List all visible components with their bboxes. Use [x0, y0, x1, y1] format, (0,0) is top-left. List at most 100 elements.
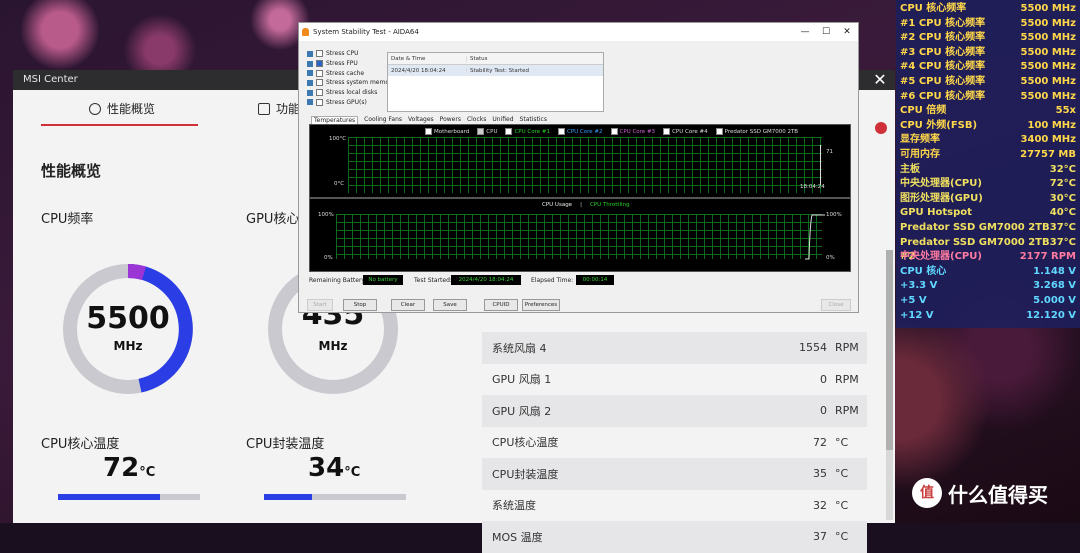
- close-button[interactable]: ✕: [871, 71, 889, 89]
- osd-line: Predator SSD GM7000 2TB #2 37°C: [900, 236, 1076, 263]
- osd-value: 40°C: [1049, 207, 1076, 219]
- tab-performance[interactable]: 性能概览: [89, 100, 155, 117]
- legend-item[interactable]: CPU Core #1: [505, 128, 550, 135]
- table-row: CPU核心温度 72 °C: [482, 427, 867, 459]
- legend-item[interactable]: CPU Core #2: [558, 128, 603, 135]
- preferences-button[interactable]: Preferences: [522, 299, 560, 311]
- legend-label: Motherboard: [434, 128, 470, 135]
- stress-option[interactable]: Stress FPU: [307, 59, 395, 69]
- stress-label: Stress local disks: [326, 89, 378, 97]
- osd-label: Predator SSD GM7000 2TB: [900, 222, 1050, 233]
- tab-powers[interactable]: Powers: [440, 116, 461, 124]
- legend-checkbox[interactable]: [715, 128, 723, 135]
- osd-value: 3400 MHz: [1020, 134, 1076, 146]
- legend-item[interactable]: CPU Core #3: [610, 128, 655, 135]
- table-row: CPU封装温度 35 °C: [482, 458, 867, 490]
- graph-grid: [336, 214, 822, 259]
- sensor-value: 35: [813, 467, 827, 481]
- sensor-unit: RPM: [835, 372, 859, 386]
- osd-label: CPU 核心: [900, 265, 947, 277]
- status-row[interactable]: 2024/4/20 18:04:24 Stability Test: Start…: [388, 65, 603, 76]
- scrollbar[interactable]: [886, 250, 893, 520]
- checkbox[interactable]: [316, 69, 323, 77]
- sensor-unit: °C: [835, 530, 849, 544]
- gpu-freq-unit: MHz: [318, 339, 348, 353]
- maximize-button[interactable]: ☐: [817, 23, 835, 41]
- y-max-right: 100%: [826, 212, 842, 218]
- tab-cooling-fans[interactable]: Cooling Fans: [364, 116, 402, 124]
- osd-label: +5 V: [900, 295, 927, 306]
- checkbox[interactable]: [316, 50, 323, 58]
- checkbox[interactable]: [316, 89, 323, 97]
- sensor-name: CPU封装温度: [492, 467, 559, 481]
- aida-titlebar: System Stability Test - AIDA64 — ☐ ✕: [299, 23, 858, 41]
- cpu-freq-label: CPU频率: [41, 212, 94, 227]
- save-button[interactable]: Save: [433, 299, 467, 311]
- legend-item[interactable]: Predator SSD GM7000 2TB: [715, 128, 798, 135]
- cpu-pkg-temp-label: CPU封装温度: [246, 437, 325, 452]
- legend-label: CPU: [486, 128, 498, 135]
- stress-label: Stress FPU: [326, 60, 358, 68]
- stress-option[interactable]: Stress cache: [307, 68, 395, 78]
- checkbox[interactable]: [316, 79, 323, 87]
- legend-checkbox[interactable]: [558, 128, 565, 135]
- legend-item[interactable]: CPU Core #4: [663, 128, 708, 135]
- y-max-label: 100°C: [329, 136, 347, 142]
- tab-clocks[interactable]: Clocks: [467, 116, 486, 124]
- aida64-window: System Stability Test - AIDA64 — ☐ ✕ Str…: [298, 22, 859, 313]
- legend-checkbox[interactable]: [425, 128, 432, 135]
- gpu-freq-label: GPU核心: [246, 212, 300, 227]
- checkbox[interactable]: [316, 98, 323, 106]
- sensor-value: 72: [813, 435, 827, 449]
- osd-line: #2 CPU 核心频率 5500 MHz: [900, 31, 1076, 46]
- stress-option[interactable]: Stress GPU(s): [307, 97, 395, 107]
- watermark-text: 什么值得买: [948, 482, 1048, 507]
- cpuid-button[interactable]: CPUID: [484, 299, 518, 311]
- cpu-freq-gauge: 5500 MHz: [60, 261, 196, 397]
- y-min-label: 0°C: [334, 181, 345, 187]
- close-button[interactable]: ✕: [838, 23, 856, 41]
- y-min-right: 0%: [826, 255, 835, 261]
- legend-checkbox[interactable]: [663, 128, 671, 135]
- status-header: Date & Time Status: [388, 53, 603, 65]
- osd-label: GPU Hotspot: [900, 207, 972, 219]
- tab-temperatures[interactable]: Temperatures: [311, 116, 359, 124]
- started-label: Test Started:: [414, 277, 452, 284]
- elapsed-label: Elapsed Time:: [531, 277, 574, 284]
- stress-option[interactable]: Stress local disks: [307, 88, 395, 98]
- sensor-name: GPU 风扇 1: [492, 373, 552, 387]
- osd-line: CPU 外频(FSB) 100 MHz: [900, 119, 1076, 134]
- osd-label: CPU 核心频率: [900, 3, 967, 14]
- legend-checkbox[interactable]: [477, 128, 485, 135]
- temp-trace: [820, 145, 821, 185]
- aida64-flame-icon: [302, 28, 309, 36]
- minimize-button[interactable]: —: [796, 23, 814, 41]
- sensor-unit: °C: [835, 467, 849, 481]
- graph-tabs: Temperatures Cooling Fans Voltages Powers Cl…: [311, 116, 547, 124]
- osd-label: 显存频率: [900, 134, 940, 146]
- legend-checkbox[interactable]: [505, 128, 513, 135]
- tab-voltages[interactable]: Voltages: [408, 116, 434, 124]
- tab-features[interactable]: 功能: [258, 100, 300, 117]
- osd-label: CPU 倍频: [900, 105, 947, 117]
- osd-line: 中央处理器(CPU) 2177 RPM: [900, 250, 1076, 265]
- osd-value: 5500 MHz: [1020, 32, 1076, 44]
- checkbox[interactable]: [316, 60, 323, 68]
- legend-item[interactable]: Motherboard: [425, 128, 469, 135]
- clear-button[interactable]: Clear: [391, 299, 425, 311]
- temp-unit: °C: [139, 465, 156, 480]
- close-dialog-button[interactable]: Close: [821, 299, 851, 311]
- legend-item[interactable]: CPU: [477, 128, 497, 135]
- tab-statistics[interactable]: Statistics: [520, 116, 547, 124]
- scroll-thumb[interactable]: [886, 250, 893, 450]
- stress-option[interactable]: Stress CPU: [307, 49, 395, 59]
- legend-checkbox[interactable]: [610, 128, 618, 135]
- osd-label: 主板: [900, 163, 920, 175]
- stop-button[interactable]: Stop: [343, 299, 377, 311]
- osd-value: 5500 MHz: [1020, 90, 1076, 102]
- osd-line: #5 CPU 核心频率 5500 MHz: [900, 75, 1076, 90]
- tab-unified[interactable]: Unified: [492, 116, 513, 124]
- legend-label: CPU Core #1: [514, 128, 550, 135]
- start-button[interactable]: Start: [307, 299, 333, 311]
- stress-option[interactable]: Stress system memory: [307, 78, 395, 88]
